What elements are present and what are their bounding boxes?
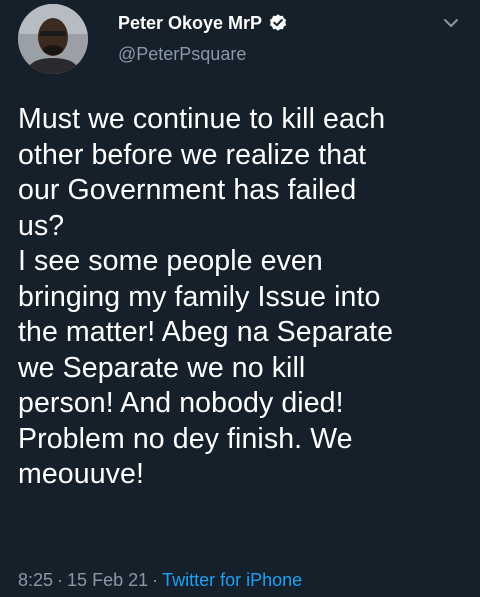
name-row: Peter Okoye MrP <box>118 10 288 36</box>
tweet-card: Peter Okoye MrP @PeterPsquare Must we co… <box>0 0 480 597</box>
chevron-down-icon[interactable] <box>440 12 462 34</box>
tweet-text: Must we continue to kill each other befo… <box>18 102 468 493</box>
tweet-header: Peter Okoye MrP @PeterPsquare <box>18 4 462 78</box>
profile-photo-icon <box>18 4 88 74</box>
tweet-text-line: person! And nobody died! <box>18 387 344 419</box>
tweet-meta: 8:25 · 15 Feb 21 · Twitter for iPhone <box>18 570 302 591</box>
source-link[interactable]: Twitter for iPhone <box>162 570 302 590</box>
tweet-text-line: our Government has failed <box>18 174 357 206</box>
tweet-text-line: bringing my family Issue into <box>18 280 381 313</box>
tweet-text-line: us? <box>18 209 65 242</box>
tweet-text-line: we Separate we no kill <box>18 351 306 384</box>
tweet-text-line: Must we continue to kill each <box>18 103 386 135</box>
meta-separator: · <box>152 570 159 590</box>
tweet-date[interactable]: 15 Feb 21 <box>67 570 148 590</box>
user-handle[interactable]: @PeterPsquare <box>118 44 288 65</box>
verified-badge-icon <box>268 13 288 33</box>
tweet-text-line: meouuve! <box>18 458 144 490</box>
tweet-text-line: the matter! Abeg na Separate <box>18 316 394 348</box>
meta-separator: · <box>57 570 64 590</box>
avatar[interactable] <box>18 4 88 74</box>
tweet-time[interactable]: 8:25 <box>18 570 53 590</box>
tweet-text-line: other before we realize that <box>18 138 367 171</box>
display-name[interactable]: Peter Okoye MrP <box>118 13 262 34</box>
user-info: Peter Okoye MrP @PeterPsquare <box>118 10 288 65</box>
tweet-text-line: I see some people even <box>18 245 323 277</box>
tweet-text-line: Problem no dey finish. We <box>18 422 353 455</box>
